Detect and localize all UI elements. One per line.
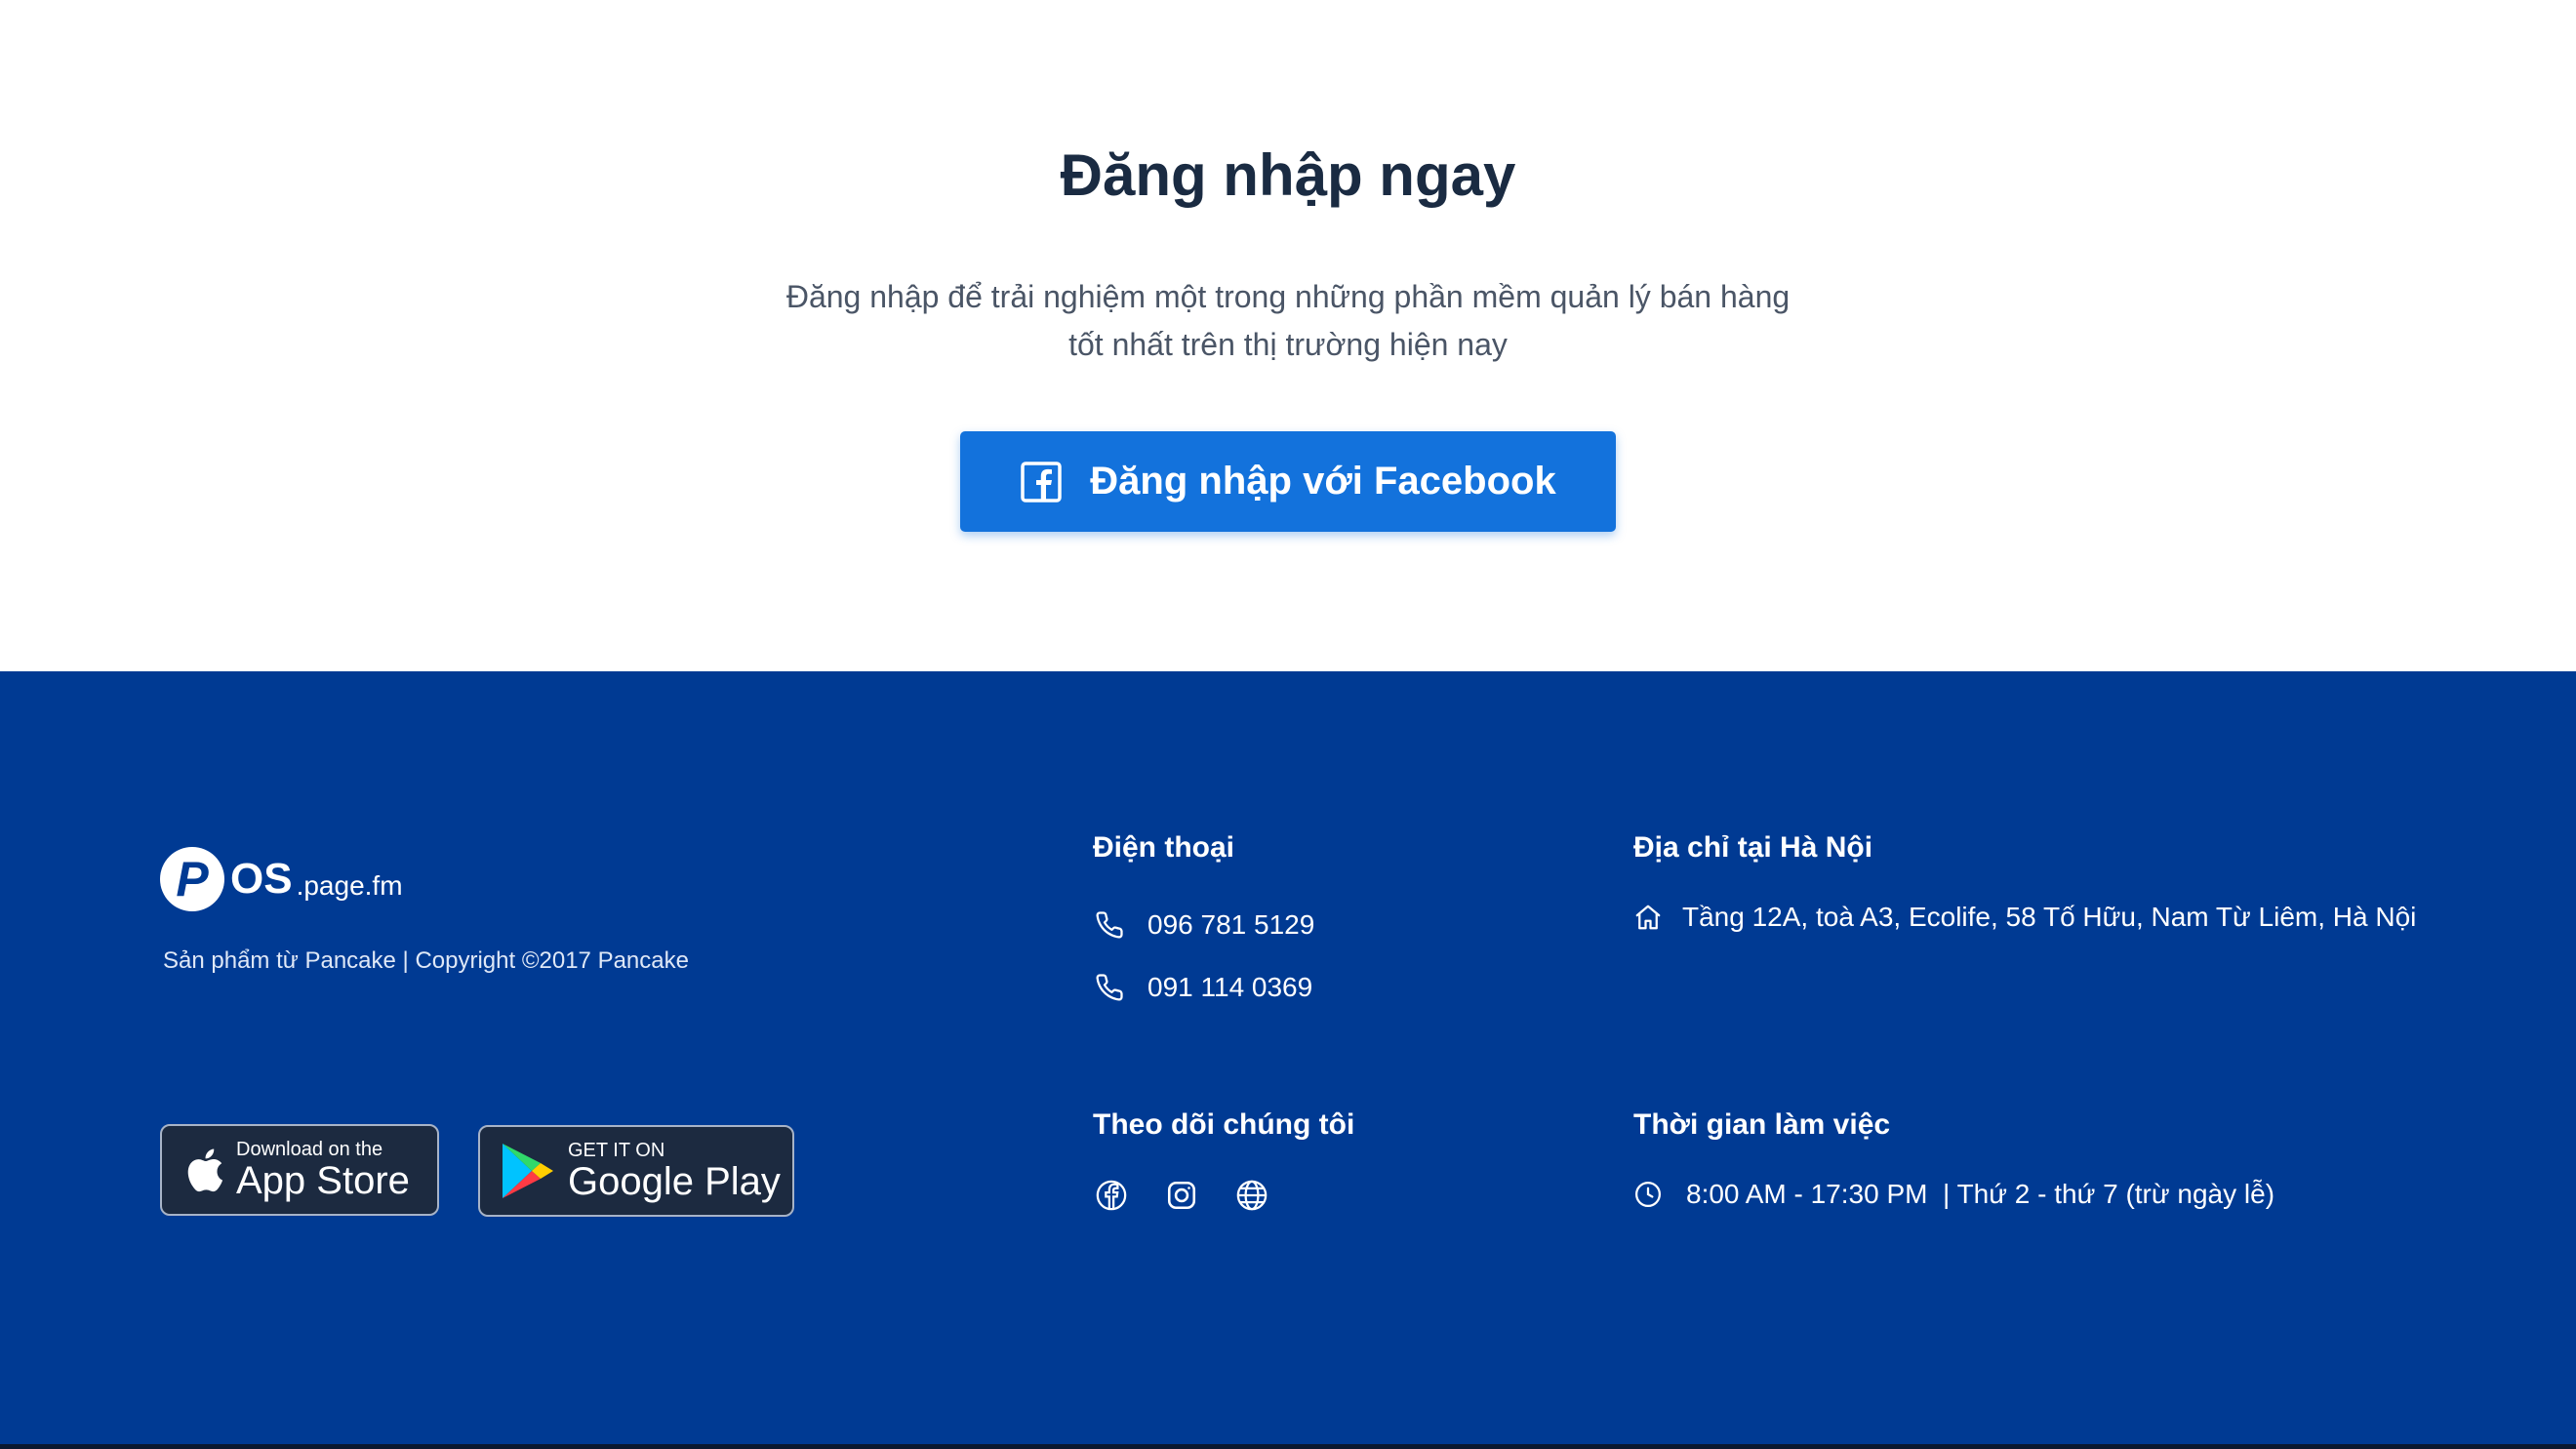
social-links	[1095, 1179, 1306, 1212]
app-store-big-text: App Store	[236, 1159, 410, 1202]
phone-row-1[interactable]: 096 781 5129	[1095, 909, 1314, 941]
logo-domain: .page.fm	[296, 870, 403, 901]
address-row: Tầng 12A, toà A3, Ecolife, 58 Tố Hữu, Na…	[1633, 902, 2416, 933]
google-play-icon	[503, 1144, 553, 1198]
phone-row-2[interactable]: 091 114 0369	[1095, 972, 1312, 1003]
hours-title: Thời gian làm việc	[1633, 1108, 1891, 1141]
clock-icon	[1635, 1182, 1661, 1207]
phone-icon	[1096, 974, 1123, 1001]
follow-title: Theo dõi chúng tôi	[1093, 1108, 1355, 1141]
address-text: Tầng 12A, toà A3, Ecolife, 58 Tố Hữu, Na…	[1682, 902, 2417, 932]
site-footer: P OS .page.fm Sản phẩm từ Pancake | Copy…	[0, 671, 2576, 1449]
login-hero: Đăng nhập ngay Đăng nhập để trải nghiệm …	[0, 0, 2576, 671]
facebook-icon	[1021, 461, 1063, 503]
hours-text: 8:00 AM - 17:30 PM | Thứ 2 - thứ 7 (trừ …	[1686, 1179, 2275, 1209]
app-store-button[interactable]: Download on the App Store	[160, 1124, 439, 1216]
phone-title: Điện thoại	[1093, 831, 1235, 864]
google-play-button[interactable]: GET IT ON Google Play	[478, 1125, 794, 1217]
phone-icon	[1096, 911, 1123, 939]
instagram-icon[interactable]	[1165, 1179, 1198, 1212]
pos-logo[interactable]: P OS .page.fm	[160, 847, 403, 911]
logo-badge: P	[160, 847, 224, 911]
google-play-small-text: GET IT ON	[568, 1140, 665, 1161]
copyright-text: Sản phẩm từ Pancake | Copyright ©2017 Pa…	[163, 947, 689, 974]
facebook-login-label: Đăng nhập với Facebook	[1090, 460, 1556, 503]
phone-number-2: 091 114 0369	[1147, 972, 1313, 1002]
hours-row: 8:00 AM - 17:30 PM | Thứ 2 - thứ 7 (trừ …	[1633, 1179, 2274, 1210]
facebook-icon[interactable]	[1095, 1179, 1128, 1212]
bottom-edge	[0, 1444, 2576, 1449]
globe-icon[interactable]	[1235, 1179, 1268, 1212]
apple-icon	[187, 1148, 223, 1192]
phone-number-1: 096 781 5129	[1147, 909, 1315, 940]
facebook-login-button[interactable]: Đăng nhập với Facebook	[960, 431, 1616, 532]
logo-name: OS	[230, 855, 293, 903]
subtitle-line-1: Đăng nhập để trải nghiệm một trong những…	[785, 279, 1791, 314]
subtitle-line-2: tốt nhất trên thị trường hiện nay	[1068, 327, 1508, 362]
google-play-big-text: Google Play	[568, 1160, 781, 1203]
app-store-small-text: Download on the	[236, 1139, 383, 1160]
address-title: Địa chỉ tại Hà Nội	[1633, 831, 1873, 864]
logo-letter: P	[176, 852, 209, 906]
page-title: Đăng nhập ngay	[1060, 142, 1516, 208]
home-icon	[1635, 905, 1661, 930]
hero-subtitle: Đăng nhập để trải nghiệm một trong những…	[703, 273, 1873, 369]
